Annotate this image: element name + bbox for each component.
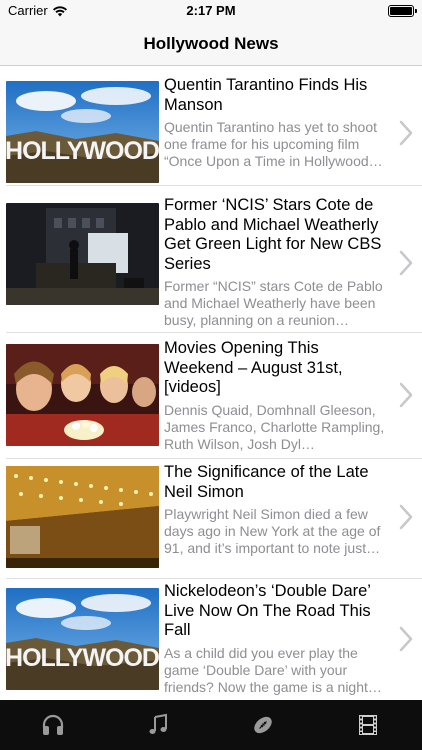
hollywood-sign-text: HOLLYWOOD: [6, 137, 159, 165]
tab-sports[interactable]: [210, 700, 315, 750]
article-row[interactable]: The Significance of the Late Neil Simon …: [0, 459, 422, 579]
music-note-icon: [149, 713, 167, 734]
article-title: Movies Opening This Weekend – August 31s…: [164, 339, 343, 396]
tab-music[interactable]: [105, 700, 210, 750]
article-thumbnail-hollywood-sign: HOLLYWOOD: [6, 81, 159, 183]
chevron-right-icon: [399, 626, 413, 652]
navigation-bar: Hollywood News: [0, 22, 422, 66]
article-title: Nickelodeon’s ‘Double Dare’ Live Now On …: [164, 582, 371, 639]
article-title: Quentin Tarantino Finds His Manson: [164, 76, 368, 114]
article-row[interactable]: Former ‘NCIS’ Stars Cote de Pablo and Mi…: [0, 186, 422, 333]
article-row[interactable]: HOLLYWOOD Quentin Tarantino Finds His Ma…: [0, 66, 422, 186]
clock: 2:17 PM: [186, 3, 236, 18]
article-thumbnail-hollywood-sign: HOLLYWOOD: [6, 588, 159, 690]
article-title: Former ‘NCIS’ Stars Cote de Pablo and Mi…: [164, 196, 382, 273]
tab-movies[interactable]: [315, 700, 420, 750]
chevron-right-icon: [399, 382, 413, 408]
chevron-right-icon: [399, 504, 413, 530]
headphones-icon: [42, 714, 63, 735]
chevron-right-icon: [399, 120, 413, 146]
battery-icon: [388, 5, 417, 17]
article-title: The Significance of the Late Neil Simon: [164, 463, 369, 501]
status-bar: Carrier 2:17 PM: [0, 0, 422, 22]
film-strip-icon: [358, 715, 377, 735]
page-title: Hollywood News: [143, 34, 279, 53]
article-description: Quentin Tarantino has yet to shoot one f…: [164, 119, 383, 169]
article-description: Dennis Quaid, Domhnall Gleeson, James Fr…: [164, 401, 385, 452]
football-icon: [253, 716, 272, 734]
article-thumbnail-movie-audience: [6, 344, 159, 446]
article-description: Playwright Neil Simon died a few days ag…: [164, 506, 381, 556]
tab-bar: [0, 700, 422, 750]
chevron-right-icon: [399, 250, 413, 276]
article-list[interactable]: HOLLYWOOD Quentin Tarantino Finds His Ma…: [0, 66, 422, 700]
article-row[interactable]: Movies Opening This Weekend – August 31s…: [0, 333, 422, 459]
tab-audio[interactable]: [0, 700, 105, 750]
article-description: As a child did you ever play the game ‘D…: [164, 644, 382, 695]
article-description: Former “NCIS” stars Cote de Pablo and Mi…: [164, 278, 383, 328]
article-row[interactable]: HOLLYWOOD Nickelodeon’s ‘Double Dare’ Li…: [0, 579, 422, 700]
article-thumbnail-theater-marquee: [6, 466, 159, 568]
article-thumbnail-film-set: [6, 203, 159, 305]
hollywood-sign-text: HOLLYWOOD: [6, 644, 159, 672]
